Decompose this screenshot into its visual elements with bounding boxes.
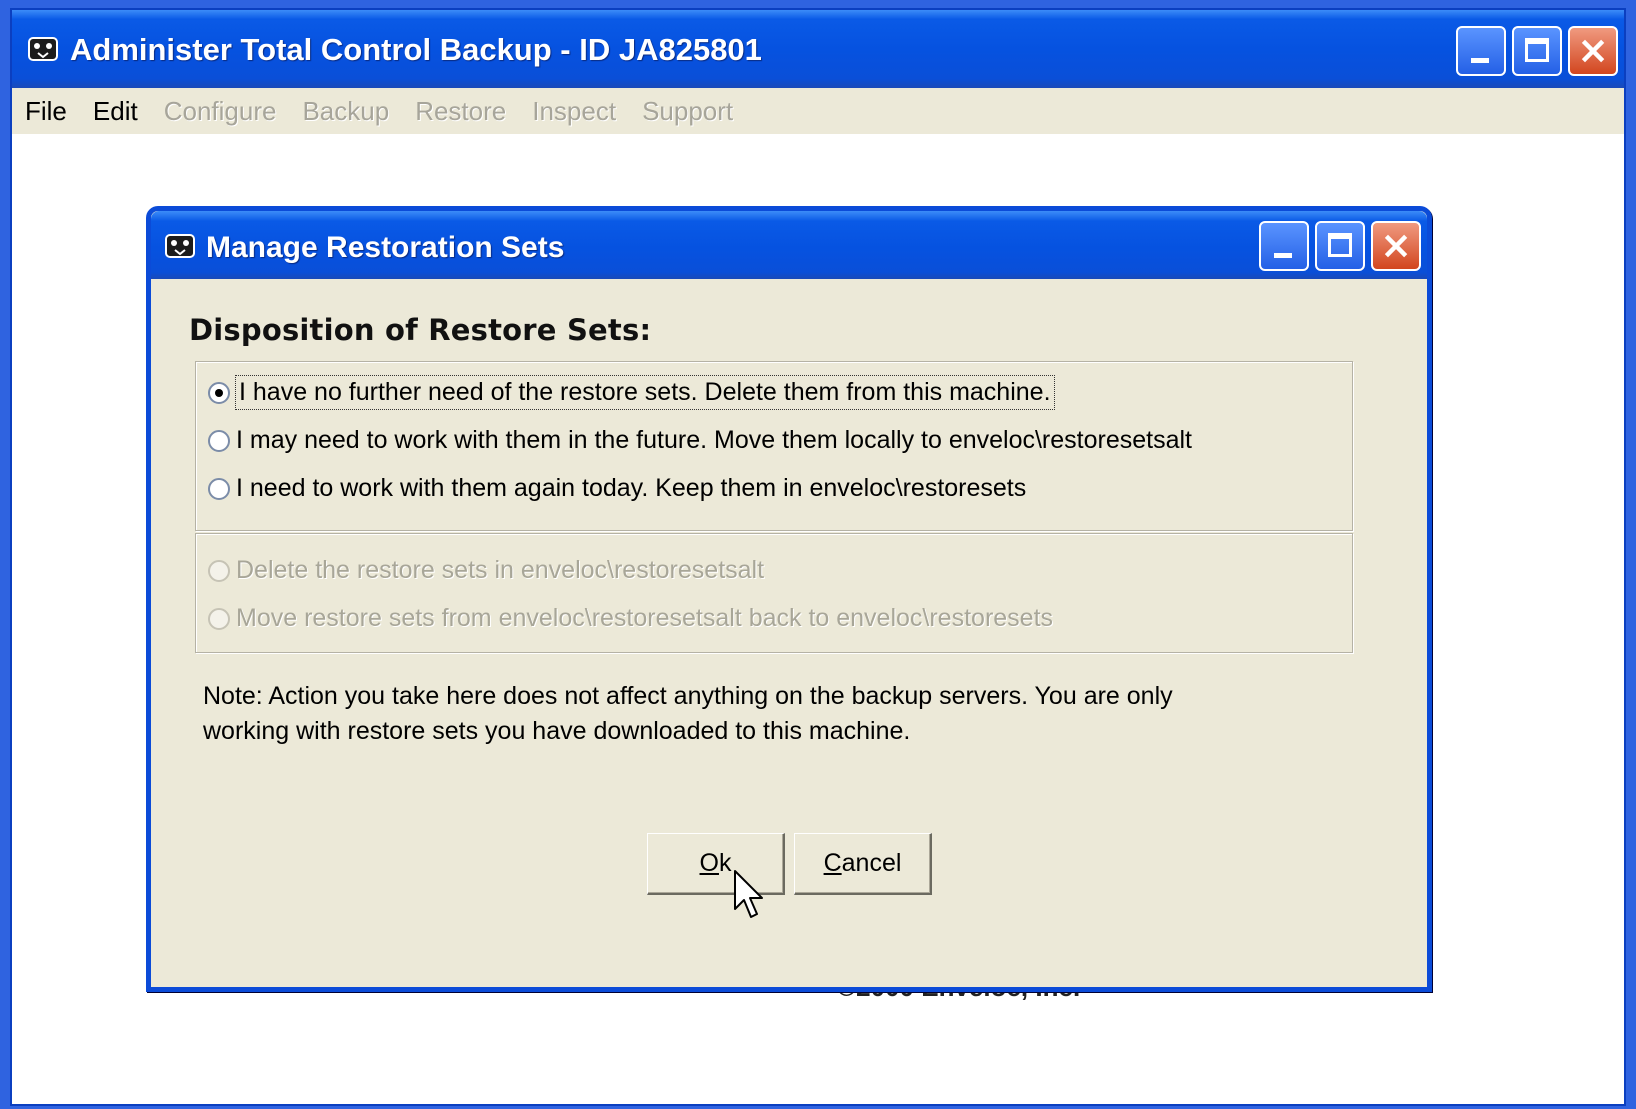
maximize-button[interactable] xyxy=(1512,26,1562,76)
radio-button-selected[interactable] xyxy=(208,381,230,404)
radio-label: I may need to work with them in the futu… xyxy=(236,426,1192,454)
app-icon xyxy=(165,234,195,258)
radio-button[interactable] xyxy=(208,429,230,452)
dialog-close-button[interactable]: × xyxy=(1371,221,1421,271)
radio-option-delete-now[interactable]: I have no further need of the restore se… xyxy=(208,375,1055,410)
cancel-accel: C xyxy=(823,849,842,877)
minimize-icon xyxy=(1274,253,1292,258)
window-caption-buttons: × xyxy=(1456,26,1618,76)
ok-accel: O xyxy=(699,849,719,877)
ok-button[interactable]: Ok xyxy=(647,833,785,895)
radio-option-delete-alt[interactable]: Delete the restore sets in enveloc\resto… xyxy=(208,556,764,585)
menubar: File Edit Configure Backup Restore Inspe… xyxy=(12,88,1624,134)
radio-button-disabled[interactable] xyxy=(208,559,230,582)
menu-configure[interactable]: Configure xyxy=(151,96,290,127)
dialog-titlebar[interactable]: Manage Restoration Sets × xyxy=(151,211,1427,279)
minimize-button[interactable] xyxy=(1456,26,1506,76)
mouse-cursor-icon xyxy=(734,870,763,918)
radio-button-disabled[interactable] xyxy=(208,607,230,630)
radio-option-move-back[interactable]: Move restore sets from enveloc\restorese… xyxy=(208,604,1053,633)
menu-edit[interactable]: Edit xyxy=(80,96,151,127)
radio-label: I have no further need of the restore se… xyxy=(235,375,1055,410)
radio-button[interactable] xyxy=(208,477,230,500)
radio-label: Delete the restore sets in enveloc\resto… xyxy=(236,556,765,584)
menu-inspect[interactable]: Inspect xyxy=(519,96,629,127)
note-line: Note: Action you take here does not affe… xyxy=(203,682,1173,710)
main-titlebar[interactable]: Administer Total Control Backup - ID JA8… xyxy=(12,10,1624,88)
menu-support[interactable]: Support xyxy=(629,96,746,127)
dialog-caption-buttons: × xyxy=(1259,221,1421,271)
dialog-maximize-button[interactable] xyxy=(1315,221,1365,271)
close-icon: × xyxy=(1380,223,1412,267)
close-icon: × xyxy=(1577,28,1609,72)
menu-backup[interactable]: Backup xyxy=(289,96,402,127)
window-title: Administer Total Control Backup - ID JA8… xyxy=(70,32,762,67)
maximize-icon xyxy=(1525,38,1549,62)
cancel-button[interactable]: Cancel xyxy=(794,833,932,895)
radio-option-keep[interactable]: I need to work with them again today. Ke… xyxy=(208,474,1026,503)
radio-option-move-alt[interactable]: I may need to work with them in the futu… xyxy=(208,426,1192,455)
close-button[interactable]: × xyxy=(1568,26,1618,76)
menu-restore[interactable]: Restore xyxy=(402,96,519,127)
maximize-icon xyxy=(1328,233,1352,257)
secondary-options-group: Delete the restore sets in enveloc\resto… xyxy=(195,533,1353,653)
dialog-title: Manage Restoration Sets xyxy=(206,231,565,264)
cancel-label: ancel xyxy=(841,849,902,877)
radio-label: I need to work with them again today. Ke… xyxy=(236,474,1027,502)
ok-label: k xyxy=(718,849,732,877)
note-line: working with restore sets you have downl… xyxy=(203,717,911,745)
radio-label: Move restore sets from enveloc\restorese… xyxy=(236,604,1054,632)
radio-dot-icon xyxy=(215,388,223,397)
menu-file[interactable]: File xyxy=(12,96,80,127)
manage-restoration-sets-dialog: Manage Restoration Sets × Disposition of… xyxy=(146,206,1432,992)
section-heading: Disposition of Restore Sets: xyxy=(189,313,652,347)
dialog-minimize-button[interactable] xyxy=(1259,221,1309,271)
app-icon xyxy=(28,37,58,61)
minimize-icon xyxy=(1471,58,1489,63)
note-text: Note: Action you take here does not affe… xyxy=(203,679,1323,749)
primary-options-group: I have no further need of the restore se… xyxy=(195,361,1353,531)
